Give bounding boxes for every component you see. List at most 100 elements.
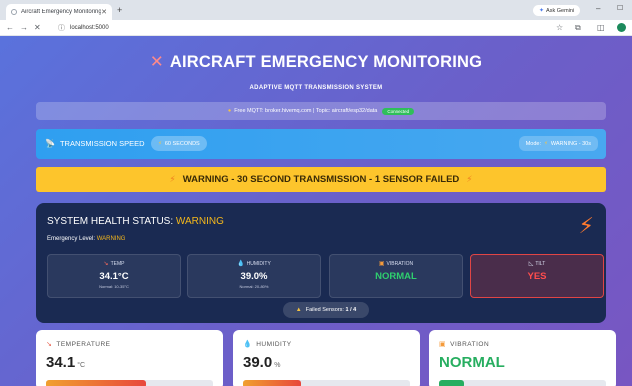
connection-status-badge: Connected bbox=[382, 107, 415, 115]
card-label: ↘ TEMPERATURE bbox=[46, 340, 111, 349]
ask-gemini-button[interactable]: ✦ Ask Gemini bbox=[533, 5, 581, 16]
bolt-icon: ⚡ bbox=[169, 174, 176, 184]
mode-prefix: Mode: bbox=[525, 140, 541, 147]
transmission-speed-text: TRANSMISSION SPEED bbox=[59, 139, 145, 148]
sensor-label: ▣ VIBRATION bbox=[330, 260, 462, 267]
system-health-panel: SYSTEM HEALTH STATUS: WARNING Emergency … bbox=[36, 203, 606, 323]
card-label: ▣ VIBRATION bbox=[439, 340, 490, 349]
humidity-bar bbox=[243, 380, 301, 386]
warning-banner-text: WARNING - 30 SECOND TRANSMISSION - 1 SEN… bbox=[182, 174, 460, 185]
emergency-level-value: WARNING bbox=[96, 236, 126, 242]
health-title: SYSTEM HEALTH STATUS: WARNING bbox=[47, 216, 224, 227]
sensor-normal-range: Normal: 10-35°C bbox=[99, 284, 129, 289]
sensor-card-vibration: ▣ VIBRATION NORMAL bbox=[329, 254, 463, 298]
browser-tabstrip: Aircraft Emergency Monitoring ✕ + ✦ Ask … bbox=[0, 0, 632, 20]
card-label-text: VIBRATION bbox=[450, 340, 490, 348]
card-value-text: NORMAL bbox=[439, 354, 505, 371]
temperature-card: ↘ TEMPERATURE 34.1 °C bbox=[36, 330, 223, 386]
address-bar[interactable]: ⓘ localhost:5000 bbox=[58, 22, 528, 33]
vibration-bar bbox=[439, 380, 464, 386]
url-text: localhost:5000 bbox=[70, 24, 109, 31]
emergency-level-label: Emergency Level: bbox=[47, 236, 96, 242]
mqtt-info-bar: ● Free MQTT: broker.hivemq.com | Topic: … bbox=[36, 102, 606, 120]
warning-icon: ▲ bbox=[295, 307, 302, 313]
humidity-card: 💧 HUMIDITY 39.0% bbox=[233, 330, 420, 386]
sensor-value: YES bbox=[527, 271, 547, 282]
page-title-text: AIRCRAFT EMERGENCY MONITORING bbox=[169, 53, 483, 71]
sensor-normal-range: Normal: 20-80% bbox=[239, 284, 269, 289]
sensor-label: ◺ TILT bbox=[471, 260, 603, 267]
failed-sensors-value: 1 / 4 bbox=[345, 307, 357, 313]
bolt-icon: ⚡ bbox=[158, 140, 162, 147]
health-status-value: WARNING bbox=[175, 216, 224, 227]
gemini-label: Ask Gemini bbox=[546, 7, 575, 14]
page-content: ✕ AIRCRAFT EMERGENCY MONITORING ADAPTIVE … bbox=[0, 36, 632, 386]
broker-icon: ● bbox=[227, 108, 232, 114]
transmission-mode: Mode: ⚡ WARNING - 30s bbox=[518, 136, 598, 151]
droplet-icon: 💧 bbox=[237, 261, 245, 267]
lightning-icon: ⚡ bbox=[578, 213, 594, 238]
site-info-icon[interactable]: ⓘ bbox=[58, 23, 65, 33]
card-bar-track bbox=[439, 380, 606, 386]
tab-title: Aircraft Emergency Monitoring bbox=[21, 9, 102, 15]
antenna-icon: 📡 bbox=[45, 139, 55, 148]
transmission-speed-panel: 📡 TRANSMISSION SPEED ⚡ 60 SECONDS Mode: … bbox=[36, 129, 606, 159]
sensor-label: ↘ TEMP bbox=[48, 260, 180, 267]
gemini-icon: ✦ bbox=[539, 8, 545, 14]
sensor-card-temp: ↘ TEMP 34.1°C Normal: 10-35°C bbox=[47, 254, 181, 298]
aircraft-icon: ✕ bbox=[149, 53, 164, 71]
favicon-icon bbox=[11, 9, 17, 15]
card-value-number: 39.0 bbox=[243, 354, 273, 371]
profile-icon[interactable] bbox=[617, 23, 626, 32]
sensor-value: 39.0% bbox=[240, 271, 268, 282]
thermometer-icon: ↘ bbox=[103, 261, 109, 267]
sensor-label-text: HUMIDITY bbox=[246, 261, 271, 267]
card-value-number: 34.1 bbox=[46, 354, 76, 371]
transmission-speed-label: 📡 TRANSMISSION SPEED bbox=[45, 139, 145, 148]
browser-tab[interactable]: Aircraft Emergency Monitoring ✕ bbox=[6, 4, 112, 20]
page-subtitle: ADAPTIVE MQTT TRANSMISSION SYSTEM bbox=[249, 85, 383, 91]
card-value: 39.0% bbox=[243, 354, 280, 371]
page-title: ✕ AIRCRAFT EMERGENCY MONITORING bbox=[0, 52, 632, 72]
bolt-icon: ⚡ bbox=[466, 174, 473, 184]
maximize-button[interactable]: ☐ bbox=[617, 4, 623, 12]
card-unit: °C bbox=[77, 362, 86, 369]
new-tab-button[interactable]: + bbox=[117, 5, 122, 15]
star-icon[interactable]: ☆ bbox=[556, 23, 563, 32]
extensions-icon[interactable]: ⧉ bbox=[575, 23, 581, 33]
card-label-text: HUMIDITY bbox=[256, 340, 292, 348]
card-value: NORMAL bbox=[439, 354, 505, 371]
card-unit: % bbox=[274, 362, 281, 369]
vibration-icon: ▣ bbox=[378, 261, 385, 267]
sensor-label-text: VIBRATION bbox=[386, 261, 414, 267]
sensor-card-tilt: ◺ TILT YES bbox=[470, 254, 604, 298]
card-value: 34.1 °C bbox=[46, 354, 85, 371]
sensor-label-text: TEMP bbox=[110, 261, 125, 267]
thermometer-icon: ↘ bbox=[46, 341, 53, 348]
sensor-value: 34.1°C bbox=[99, 271, 129, 282]
vibration-icon: ▣ bbox=[439, 341, 447, 348]
emergency-level: Emergency Level: WARNING bbox=[47, 236, 125, 242]
card-label-text: TEMPERATURE bbox=[56, 340, 111, 348]
sensor-value: NORMAL bbox=[375, 271, 417, 282]
mqtt-info-text: Free MQTT: broker.hivemq.com | Topic: ai… bbox=[234, 108, 378, 114]
back-icon[interactable]: ← bbox=[6, 23, 14, 32]
speed-value-text: 60 SECONDS bbox=[164, 140, 200, 147]
mode-value: WARNING - 30s bbox=[550, 140, 591, 147]
failed-sensors-badge: ▲ Failed Sensors: 1 / 4 bbox=[283, 302, 369, 318]
browser-toolbar: ← → ✕ ⓘ localhost:5000 ☆ ⧉ ◫ bbox=[0, 20, 632, 36]
split-icon[interactable]: ◫ bbox=[597, 23, 605, 32]
tab-close-icon[interactable]: ✕ bbox=[101, 8, 107, 16]
forward-icon[interactable]: → bbox=[20, 23, 28, 32]
sensor-card-humidity: 💧 HUMIDITY 39.0% Normal: 20-80% bbox=[187, 254, 321, 298]
minimize-button[interactable]: – bbox=[596, 4, 600, 13]
reload-stop-icon[interactable]: ✕ bbox=[34, 23, 41, 32]
tilt-icon: ◺ bbox=[528, 261, 534, 267]
temperature-bar bbox=[46, 380, 146, 386]
vibration-card: ▣ VIBRATION NORMAL bbox=[429, 330, 616, 386]
warning-banner: ⚡ WARNING - 30 SECOND TRANSMISSION - 1 S… bbox=[36, 167, 606, 192]
sensor-label: 💧 HUMIDITY bbox=[188, 260, 320, 267]
card-label: 💧 HUMIDITY bbox=[243, 340, 292, 349]
sensor-label-text: TILT bbox=[535, 261, 546, 267]
transmission-speed-value: ⚡ 60 SECONDS bbox=[151, 136, 207, 151]
